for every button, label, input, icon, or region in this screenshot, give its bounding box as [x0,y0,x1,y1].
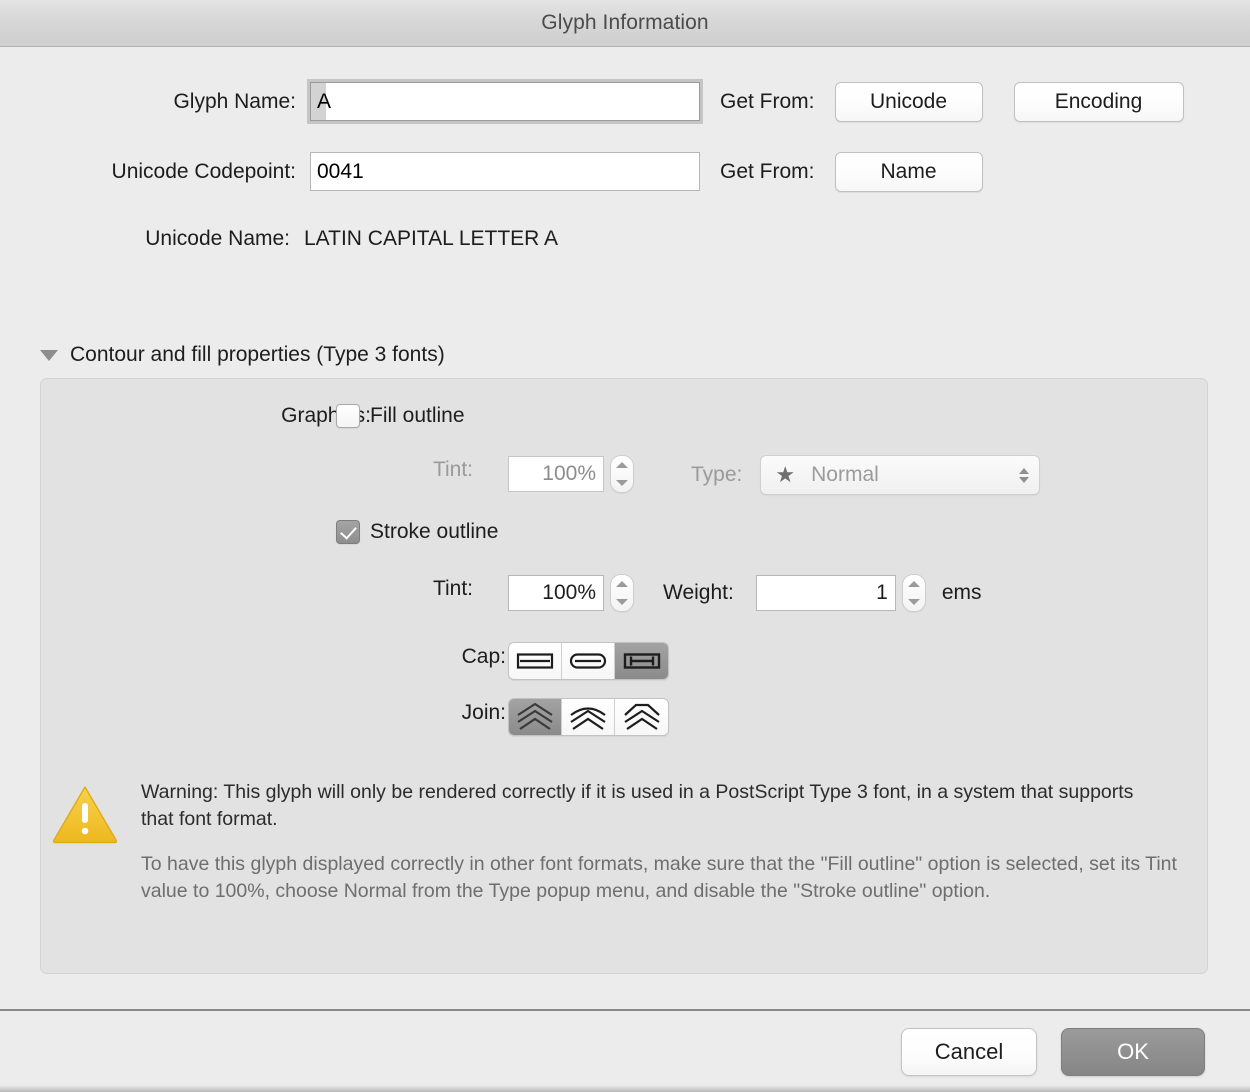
warning-title: Warning: This glyph will only be rendere… [141,781,1134,830]
disclosure-triangle-down-icon[interactable] [40,349,58,361]
fill-outline-label: Fill outline [370,404,465,427]
glyph-name-input[interactable] [310,82,700,121]
stepper-up-icon[interactable] [616,462,628,468]
warning-triangle-icon [51,779,119,905]
stroke-tint-stepper[interactable] [610,574,634,612]
stroke-outline-label: Stroke outline [370,520,499,543]
bevel-join-icon[interactable] [615,699,668,735]
fill-tint-label-wrap: Tint: [41,458,473,482]
fill-tint-field-group [508,455,634,493]
dialog-content: Glyph Name: Get From: Unicode Encoding U… [0,47,1250,1092]
codepoint-getfrom-group: Get From: Name [720,152,983,192]
round-cap-icon[interactable] [562,643,615,679]
warning-block: Warning: This glyph will only be rendere… [51,779,1199,905]
weight-label: Weight: [663,581,734,604]
stepper-down-icon[interactable] [907,599,920,605]
stroke-tint-input[interactable] [508,575,604,611]
cap-segmented-control[interactable] [508,642,669,680]
stepper-down-icon[interactable] [616,480,628,486]
unicode-name-label: Unicode Name: [145,227,290,250]
join-label-wrap: Join: [41,701,506,725]
star-icon: ★ [775,462,796,487]
weight-field-group: Weight: ems [663,574,982,612]
type-label: Type: [691,463,743,486]
glyph-name-getfrom-group: Get From: Unicode Encoding [720,82,1184,122]
cap-label-wrap: Cap: [41,645,506,669]
window-titlebar: Glyph Information [0,0,1250,47]
fill-tint-label: Tint: [432,458,473,481]
stroke-tint-label-wrap: Tint: [41,577,473,601]
popup-chevrons-icon[interactable] [1019,467,1030,483]
weight-units-label: ems [941,581,982,604]
codepoint-get-from-label: Get From: [720,160,815,183]
stroke-outline-checkbox[interactable] [336,520,360,544]
glyph-information-dialog: Glyph Information Glyph Name: Get From: … [0,0,1250,1092]
window-bottom-shadow [0,1085,1250,1092]
dialog-footer: Cancel OK [0,1011,1250,1092]
graphics-label-wrap: Graphics: [41,404,371,428]
glyph-name-row: Glyph Name: [0,82,700,121]
contour-properties-disclosure[interactable]: Contour and fill properties (Type 3 font… [40,343,445,367]
unicode-name-value: LATIN CAPITAL LETTER A [304,227,559,250]
projecting-cap-icon[interactable] [615,643,668,679]
fill-outline-checkbox[interactable] [336,404,360,428]
miter-join-icon[interactable] [509,699,562,735]
stepper-down-icon[interactable] [616,599,628,605]
butt-cap-icon[interactable] [509,643,562,679]
fill-outline-row[interactable]: Fill outline [336,404,465,428]
cancel-button[interactable]: Cancel [901,1027,1037,1076]
codepoint-input[interactable] [310,152,700,191]
type-popup-value: Normal [811,463,879,486]
unicode-name-row: Unicode Name: LATIN CAPITAL LETTER A [0,227,700,251]
warning-body: To have this glyph displayed correctly i… [141,852,1177,902]
weight-stepper[interactable] [901,574,926,612]
round-join-icon[interactable] [562,699,615,735]
get-from-unicode-button[interactable]: Unicode [834,82,983,122]
weight-input[interactable] [755,575,896,611]
fill-tint-input[interactable] [508,456,604,492]
stepper-up-icon[interactable] [907,581,920,587]
ok-button[interactable]: OK [1061,1027,1205,1076]
contour-properties-groupbox: Graphics: Fill outline Tint: Type: [40,378,1208,974]
fill-tint-stepper[interactable] [610,455,634,493]
codepoint-label: Unicode Codepoint: [111,159,296,183]
get-from-encoding-button[interactable]: Encoding [1013,82,1184,122]
join-segmented-control[interactable] [508,698,669,736]
cap-label: Cap: [461,645,506,668]
get-from-name-button[interactable]: Name [834,152,983,192]
window-title: Glyph Information [541,11,709,34]
stepper-up-icon[interactable] [616,581,628,587]
disclosure-label: Contour and fill properties (Type 3 font… [70,343,445,366]
codepoint-row: Unicode Codepoint: [0,152,700,191]
type-field-group: Type: ★ Normal [691,455,1041,495]
stroke-outline-row[interactable]: Stroke outline [336,520,498,544]
warning-texts: Warning: This glyph will only be rendere… [141,779,1199,905]
stroke-tint-label: Tint: [432,577,473,600]
join-label: Join: [461,701,506,724]
glyph-name-get-from-label: Get From: [720,90,815,113]
stroke-tint-field-group [508,574,634,612]
type-popup-button[interactable]: ★ Normal [760,455,1041,495]
glyph-name-label: Glyph Name: [173,89,296,113]
